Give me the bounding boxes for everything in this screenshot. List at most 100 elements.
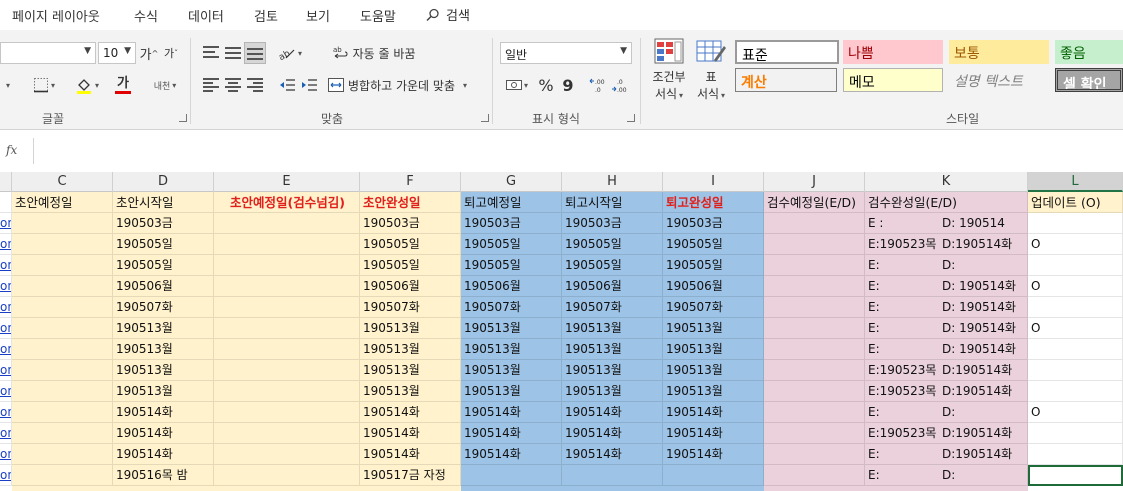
- cell-e[interactable]: [214, 402, 360, 423]
- font-color-button[interactable]: 가: [108, 75, 138, 95]
- cell-j[interactable]: [764, 360, 865, 381]
- review-done-cell[interactable]: E: D: 190514화: [865, 297, 1028, 318]
- cell-h[interactable]: 190513월: [562, 318, 663, 339]
- column-header-h[interactable]: H: [562, 172, 663, 192]
- cell-e[interactable]: [214, 423, 360, 444]
- link-cell[interactable]: on: [0, 318, 12, 339]
- link-cell[interactable]: on: [0, 360, 12, 381]
- review-done-cell[interactable]: E: D: 190514화: [865, 276, 1028, 297]
- link-cell[interactable]: on: [0, 423, 12, 444]
- review-done-cell[interactable]: E: D:: [865, 402, 1028, 423]
- style-note[interactable]: 메모: [843, 68, 943, 92]
- border-button[interactable]: ▾: [30, 76, 58, 94]
- tab-help[interactable]: 도움말: [360, 6, 396, 25]
- cell-c[interactable]: [12, 234, 113, 255]
- style-check-cell[interactable]: 셀 확인: [1055, 68, 1123, 92]
- header-cell-d[interactable]: 초안시작일: [113, 192, 214, 213]
- cell-l[interactable]: O: [1028, 276, 1123, 297]
- header-cell-e[interactable]: 초안예정일(검수넘김): [214, 192, 360, 213]
- align-center-button[interactable]: [222, 74, 244, 96]
- fill-color-button[interactable]: ▾: [72, 75, 102, 95]
- header-cell-f[interactable]: 초안완성일: [360, 192, 461, 213]
- increase-indent-button[interactable]: [298, 74, 320, 96]
- phonetic-button[interactable]: 내천 ▾: [150, 75, 180, 95]
- review-done-cell[interactable]: E: D:190514화: [865, 444, 1028, 465]
- link-cell[interactable]: on: [0, 339, 12, 360]
- cell-d[interactable]: 190506월: [113, 276, 214, 297]
- cell-h[interactable]: 190513월: [562, 339, 663, 360]
- cell-l[interactable]: O: [1028, 318, 1123, 339]
- cell-g[interactable]: 190514화: [461, 444, 562, 465]
- cell-j[interactable]: [764, 297, 865, 318]
- insert-function-icon[interactable]: fx: [6, 143, 17, 157]
- cell-l[interactable]: [1028, 381, 1123, 402]
- align-top-button[interactable]: [200, 42, 222, 64]
- wrap-text-button[interactable]: ab 자동 줄 바꿈: [328, 42, 420, 64]
- cell-h[interactable]: 190505일: [562, 234, 663, 255]
- header-cell-l[interactable]: 업데이트 (O): [1028, 192, 1123, 213]
- cell-e[interactable]: [214, 297, 360, 318]
- cell-c[interactable]: [12, 402, 113, 423]
- cell-e[interactable]: [214, 465, 360, 486]
- cell-e[interactable]: [214, 360, 360, 381]
- style-neutral[interactable]: 보통: [949, 40, 1049, 64]
- tab-page-layout[interactable]: 페이지 레이아웃: [12, 6, 100, 25]
- align-bottom-button[interactable]: [244, 42, 266, 64]
- format-as-table-button[interactable]: 표 서식 ▾: [692, 38, 730, 106]
- review-done-cell[interactable]: E:190523목 D:190514화: [865, 234, 1028, 255]
- decrease-indent-button[interactable]: [276, 74, 298, 96]
- column-header-f[interactable]: F: [360, 172, 461, 192]
- cell-j[interactable]: [764, 213, 865, 234]
- cell-c[interactable]: [12, 381, 113, 402]
- style-calculation[interactable]: 계산: [735, 68, 837, 92]
- style-bad[interactable]: 나쁨: [843, 40, 943, 64]
- cell-l[interactable]: [1028, 423, 1123, 444]
- conditional-formatting-button[interactable]: 조건부 서식 ▾: [648, 38, 690, 106]
- number-dialog-launcher[interactable]: [627, 114, 635, 122]
- cell-e[interactable]: [214, 276, 360, 297]
- tab-review[interactable]: 검토: [254, 6, 278, 25]
- cell-d[interactable]: 190514화: [113, 423, 214, 444]
- style-explanatory[interactable]: 설명 텍스트: [949, 68, 1049, 92]
- cell-g[interactable]: 190505일: [461, 234, 562, 255]
- cell-h[interactable]: 190506월: [562, 276, 663, 297]
- shrink-font-button[interactable]: 가ˇ: [162, 44, 180, 62]
- align-left-button[interactable]: [200, 74, 222, 96]
- column-header-g[interactable]: G: [461, 172, 562, 192]
- link-cell[interactable]: on: [0, 234, 12, 255]
- header-cell-i[interactable]: 퇴고완성일: [663, 192, 764, 213]
- review-done-cell[interactable]: E: D: 190514화: [865, 318, 1028, 339]
- cell-h[interactable]: 190503금: [562, 213, 663, 234]
- cell-d[interactable]: 190503금: [113, 213, 214, 234]
- cell-e[interactable]: [214, 339, 360, 360]
- cell-l[interactable]: [1028, 255, 1123, 276]
- header-cell-c[interactable]: 초안예정일: [12, 192, 113, 213]
- percent-style-button[interactable]: %: [536, 74, 556, 96]
- cell-d[interactable]: 190513월: [113, 318, 214, 339]
- cell-d[interactable]: 190505일: [113, 255, 214, 276]
- cell-l[interactable]: [1028, 339, 1123, 360]
- column-header-l[interactable]: L: [1028, 172, 1123, 192]
- review-done-cell[interactable]: E:190523목 D:190514화: [865, 381, 1028, 402]
- cell-e[interactable]: [214, 381, 360, 402]
- cell-g[interactable]: 190514화: [461, 402, 562, 423]
- comma-style-button[interactable]: 9: [558, 74, 578, 96]
- cell-i[interactable]: [663, 465, 764, 486]
- cell-h[interactable]: 190505일: [562, 255, 663, 276]
- column-header-j[interactable]: J: [764, 172, 865, 192]
- header-cell-j[interactable]: 검수예정일(E/D): [764, 192, 865, 213]
- link-cell[interactable]: on: [0, 402, 12, 423]
- column-header-e[interactable]: E: [214, 172, 360, 192]
- column-header-partial[interactable]: [0, 172, 12, 192]
- cell-i[interactable]: 190507화: [663, 297, 764, 318]
- cell-e[interactable]: [214, 255, 360, 276]
- font-dialog-launcher[interactable]: [179, 114, 187, 122]
- align-middle-button[interactable]: [222, 42, 244, 64]
- cell-i[interactable]: 190513월: [663, 381, 764, 402]
- cell-d[interactable]: 190516목 밤: [113, 465, 214, 486]
- column-header-d[interactable]: D: [113, 172, 214, 192]
- cell-h[interactable]: 190514화: [562, 423, 663, 444]
- orientation-button[interactable]: ab ▾: [276, 42, 304, 64]
- cell-j[interactable]: [764, 339, 865, 360]
- cell-f[interactable]: 190505일: [360, 255, 461, 276]
